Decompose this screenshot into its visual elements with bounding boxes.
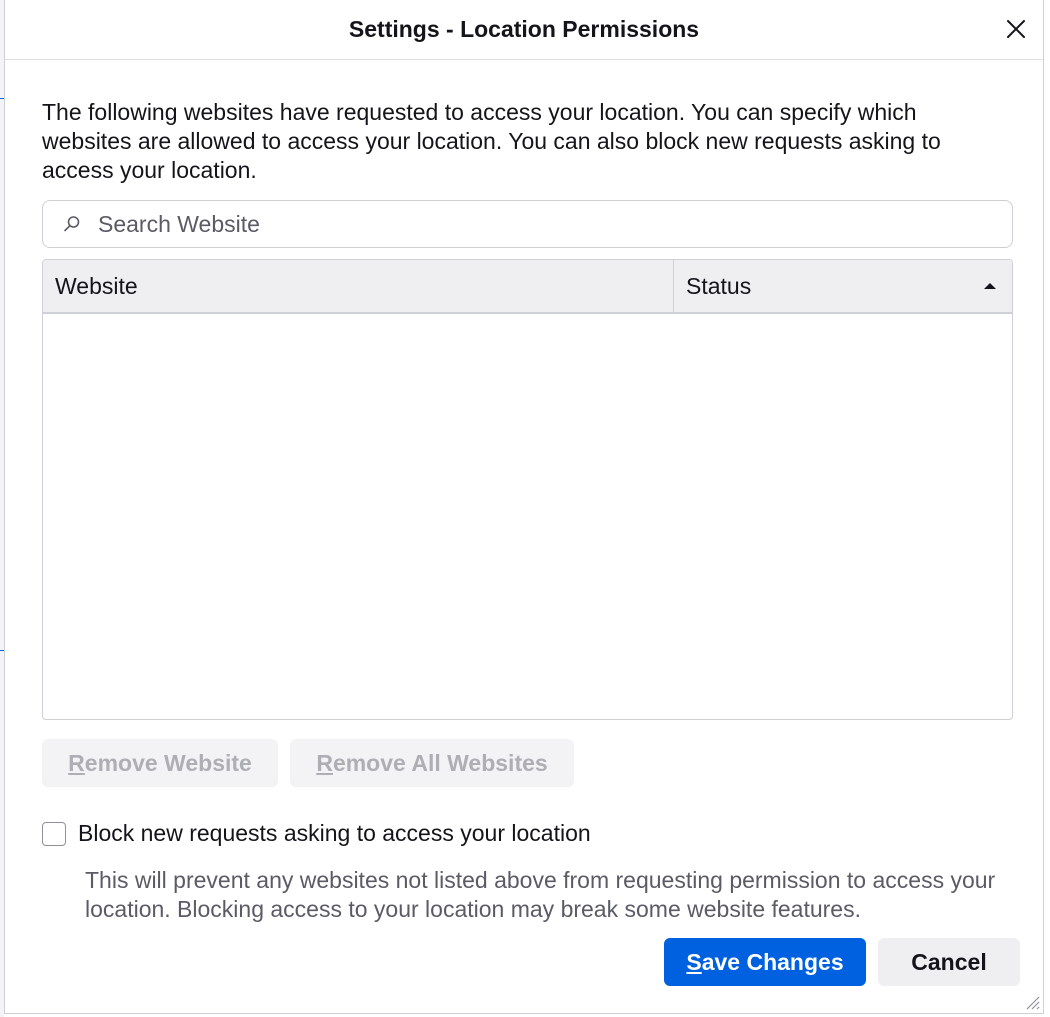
search-icon [62, 214, 82, 234]
block-requests-checkbox[interactable] [42, 821, 66, 846]
button-label: emove Website [84, 749, 252, 776]
search-input[interactable] [96, 209, 980, 239]
resize-grip-icon[interactable] [1021, 991, 1041, 1011]
location-permissions-dialog: Settings - Location Permissions The foll… [4, 0, 1044, 1014]
table-body [43, 314, 1012, 719]
table-header: Website Status [43, 260, 1012, 314]
save-changes-button[interactable]: Save Changes [664, 938, 866, 986]
block-requests-option[interactable]: Block new requests asking to access your… [42, 820, 591, 847]
search-box[interactable] [42, 200, 1013, 248]
button-label: emove All Websites [332, 749, 548, 776]
accesskey-letter: S [686, 948, 702, 975]
column-header-status[interactable]: Status [674, 260, 1012, 312]
block-requests-label[interactable]: Block new requests asking to access your… [78, 820, 591, 847]
permissions-table: Website Status [42, 259, 1013, 720]
accesskey-letter: R [68, 749, 85, 776]
dialog-description: The following websites have requested to… [42, 99, 941, 183]
remove-all-websites-button[interactable]: Remove All Websites [290, 739, 574, 787]
accesskey-letter: R [316, 749, 333, 776]
column-header-website[interactable]: Website [43, 260, 674, 312]
close-icon [1007, 20, 1025, 38]
dialog-title: Settings - Location Permissions [348, 16, 700, 42]
cancel-button[interactable]: Cancel [878, 938, 1020, 986]
block-requests-hint: This will prevent any websites not liste… [85, 867, 996, 922]
button-label: ave Changes [701, 948, 844, 975]
dialog-titlebar: Settings - Location Permissions [5, 0, 1043, 60]
remove-website-button[interactable]: Remove Website [42, 739, 278, 787]
column-header-status-label: Status [686, 272, 752, 299]
close-button[interactable] [999, 12, 1033, 46]
sort-ascending-icon [984, 283, 996, 289]
